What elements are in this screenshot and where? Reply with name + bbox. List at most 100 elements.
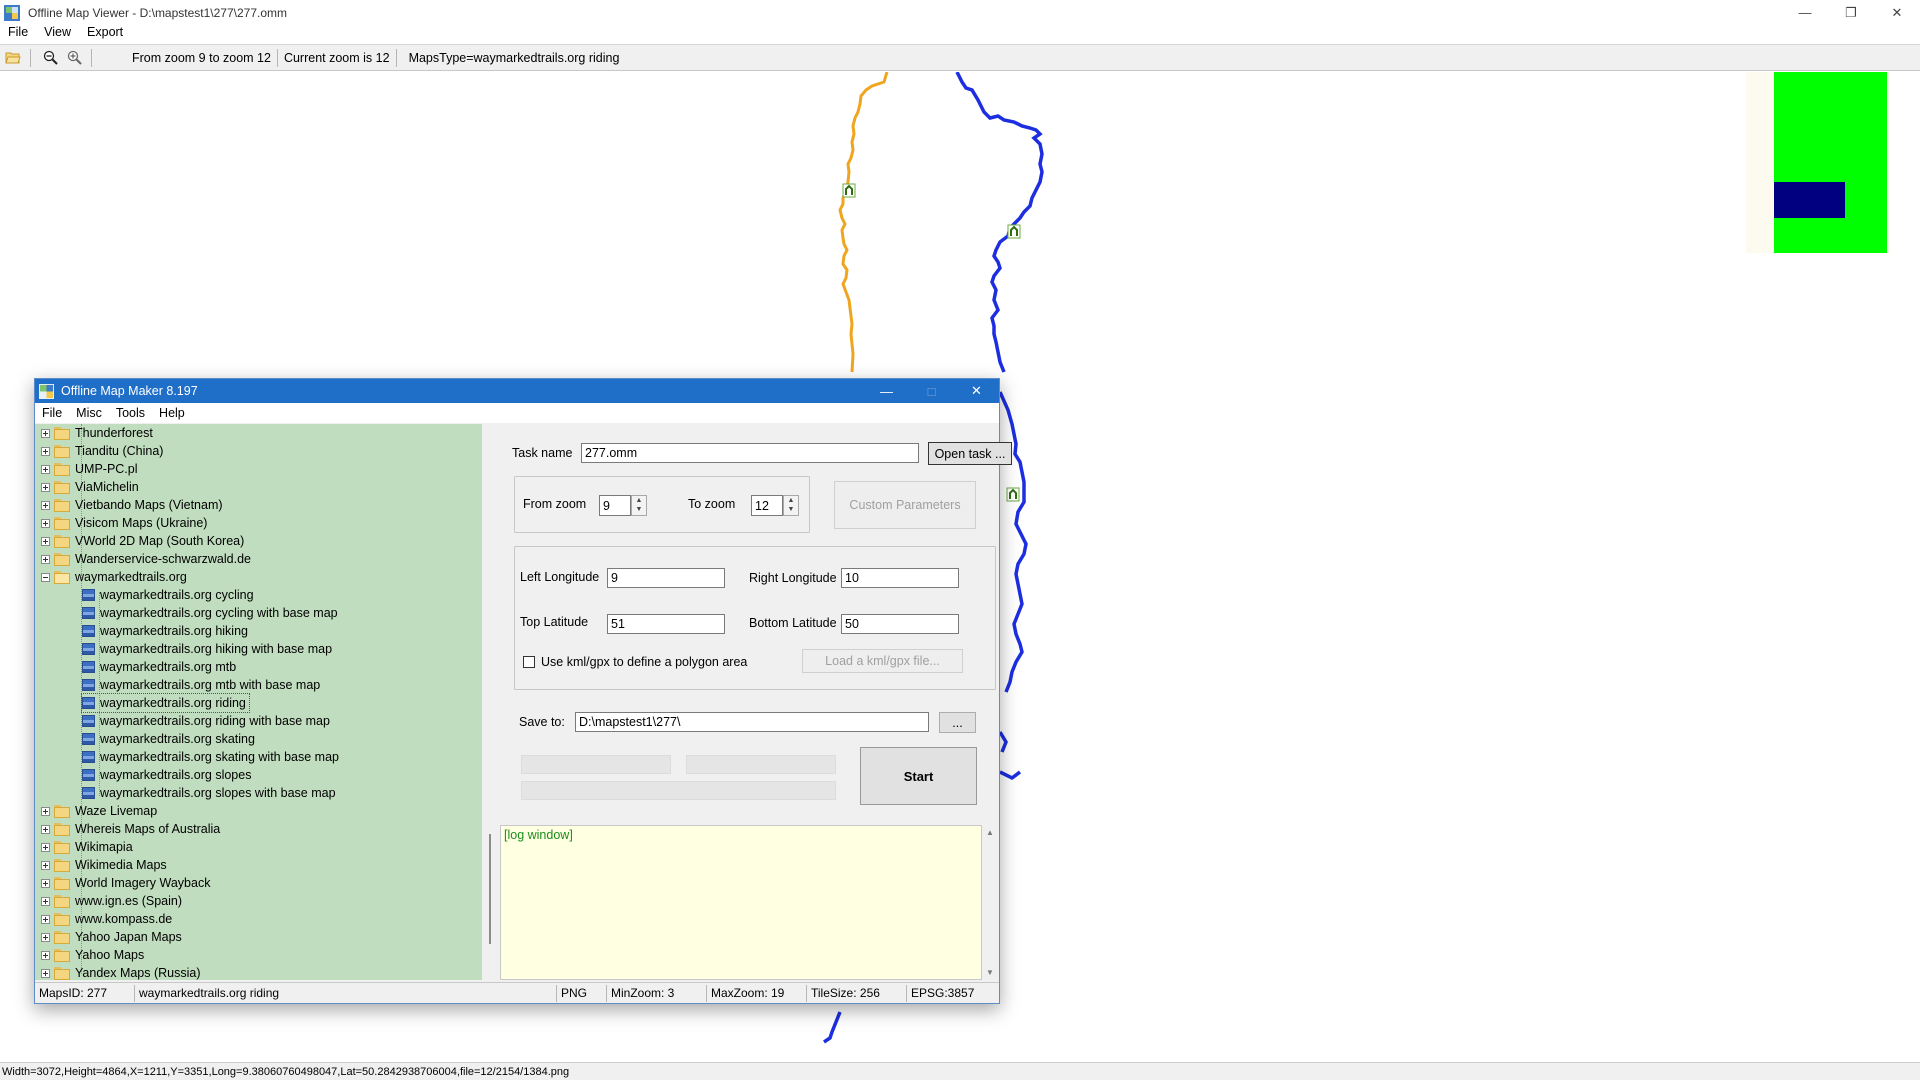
spin-down-icon[interactable]: ▼: [784, 505, 798, 514]
folder-icon: [54, 462, 70, 476]
tree-item-folder[interactable]: Wikimapia: [41, 838, 133, 856]
maker-titlebar[interactable]: Offline Map Maker 8.197 — □ ✕: [35, 379, 999, 403]
tree-item-map[interactable]: waymarkedtrails.org cycling with base ma…: [82, 604, 338, 622]
menu-file[interactable]: File: [0, 25, 36, 39]
menu-export[interactable]: Export: [79, 25, 131, 39]
log-window[interactable]: [log window]: [500, 825, 982, 980]
scroll-down-icon[interactable]: ▼: [986, 968, 994, 977]
expand-icon[interactable]: [41, 554, 50, 564]
expand-icon[interactable]: [41, 446, 50, 456]
maker-menu-tools[interactable]: Tools: [109, 406, 152, 420]
open-folder-button[interactable]: [2, 47, 24, 69]
expand-icon[interactable]: [41, 878, 50, 888]
scroll-up-icon[interactable]: ▲: [986, 828, 994, 837]
bottom-latitude-input[interactable]: [841, 614, 959, 634]
expand-icon[interactable]: [41, 950, 50, 960]
tree-item-map[interactable]: waymarkedtrails.org mtb with base map: [82, 676, 320, 694]
tree-item-folder[interactable]: ViaMichelin: [41, 478, 139, 496]
expand-icon[interactable]: [41, 824, 50, 834]
route-blue: [998, 731, 1008, 753]
maker-menu-help[interactable]: Help: [152, 406, 192, 420]
expand-icon[interactable]: [41, 860, 50, 870]
tree-item-folder[interactable]: Vietbando Maps (Vietnam): [41, 496, 223, 514]
tree-item-folder[interactable]: www.kompass.de: [41, 910, 172, 928]
expand-icon[interactable]: [41, 500, 50, 510]
expand-icon[interactable]: [41, 932, 50, 942]
tree-scrollbar-thumb[interactable]: [489, 834, 491, 944]
expand-icon[interactable]: [41, 518, 50, 528]
maker-menu-file[interactable]: File: [35, 406, 69, 420]
expand-icon[interactable]: [41, 842, 50, 852]
from-zoom-input[interactable]: [599, 495, 631, 516]
left-longitude-input[interactable]: [607, 568, 725, 588]
expand-icon[interactable]: [41, 464, 50, 474]
tree-item-folder[interactable]: Whereis Maps of Australia: [41, 820, 220, 838]
collapse-icon[interactable]: [41, 572, 50, 582]
log-scrollbar[interactable]: ▲ ▼: [982, 825, 999, 980]
tree-item-label: World Imagery Wayback: [75, 876, 211, 890]
tree-item-map[interactable]: waymarkedtrails.org slopes with base map: [82, 784, 336, 802]
tree-item-folder[interactable]: Wikimedia Maps: [41, 856, 167, 874]
expand-icon[interactable]: [41, 482, 50, 492]
expand-icon[interactable]: [41, 428, 50, 438]
top-latitude-input[interactable]: [607, 614, 725, 634]
tree-item-folder-expanded[interactable]: waymarkedtrails.org: [41, 568, 187, 586]
tree-item-folder[interactable]: Wanderservice-schwarzwald.de: [41, 550, 251, 568]
tree-item-folder[interactable]: VWorld 2D Map (South Korea): [41, 532, 244, 550]
expand-icon[interactable]: [41, 806, 50, 816]
spin-up-icon[interactable]: ▲: [784, 496, 798, 505]
spin-up-icon[interactable]: ▲: [632, 496, 646, 505]
tree-item-folder[interactable]: Yandex Maps (Russia): [41, 964, 201, 980]
tree-item-map[interactable]: waymarkedtrails.org hiking: [82, 622, 248, 640]
to-zoom-stepper[interactable]: ▲ ▼: [783, 495, 799, 516]
menu-view[interactable]: View: [36, 25, 79, 39]
expand-icon[interactable]: [41, 968, 50, 978]
tree-item-map[interactable]: waymarkedtrails.org slopes: [82, 766, 251, 784]
tree-item-folder[interactable]: UMP-PC.pl: [41, 460, 138, 478]
tree-item-folder[interactable]: Thunderforest: [41, 424, 153, 442]
shelter-marker-icon[interactable]: [842, 183, 856, 198]
shelter-marker-icon[interactable]: [1006, 487, 1020, 502]
zoom-out-button[interactable]: [39, 47, 61, 69]
tree-scrollbar[interactable]: [482, 424, 499, 980]
open-folder-icon: [5, 52, 21, 63]
tree-item-folder[interactable]: Waze Livemap: [41, 802, 157, 820]
folder-icon: [54, 840, 70, 854]
expand-icon[interactable]: [41, 914, 50, 924]
shelter-marker-icon[interactable]: [1007, 224, 1021, 239]
tree-item-map[interactable]: waymarkedtrails.org cycling: [82, 586, 254, 604]
maker-minimize-icon[interactable]: —: [864, 379, 909, 403]
kml-checkbox[interactable]: [523, 656, 535, 668]
tree-item-folder[interactable]: World Imagery Wayback: [41, 874, 210, 892]
browse-button[interactable]: ...: [939, 712, 976, 733]
tree-item-map[interactable]: waymarkedtrails.org skating with base ma…: [82, 748, 339, 766]
folder-icon: [54, 948, 70, 962]
expand-icon[interactable]: [41, 896, 50, 906]
tree-item-map[interactable]: waymarkedtrails.org riding with base map: [82, 712, 330, 730]
overview-minimap[interactable]: [1746, 72, 1890, 253]
start-button[interactable]: Start: [860, 747, 977, 805]
open-task-button[interactable]: Open task ...: [928, 442, 1012, 465]
tree-item-folder[interactable]: Yahoo Japan Maps: [41, 928, 182, 946]
maker-close-icon[interactable]: ✕: [954, 379, 999, 403]
tree-item-folder[interactable]: Yahoo Maps: [41, 946, 144, 964]
from-zoom-stepper[interactable]: ▲ ▼: [631, 495, 647, 516]
tree-item-folder[interactable]: Tianditu (China): [41, 442, 163, 460]
tree-item-map[interactable]: waymarkedtrails.org mtb: [82, 658, 236, 676]
map-source-tree[interactable]: Thunderforest Tianditu (China) UMP-PC.pl…: [35, 424, 482, 980]
right-longitude-label: Right Longitude: [749, 571, 837, 585]
zoom-in-button[interactable]: [63, 47, 85, 69]
tree-item-map[interactable]: waymarkedtrails.org skating: [82, 730, 255, 748]
maker-menu-misc[interactable]: Misc: [69, 406, 109, 420]
save-path-input[interactable]: [575, 712, 929, 732]
tree-item-map-selected[interactable]: waymarkedtrails.org riding: [81, 693, 250, 713]
tree-item-folder[interactable]: Visicom Maps (Ukraine): [41, 514, 207, 532]
tree-item-map[interactable]: waymarkedtrails.org hiking with base map: [82, 640, 332, 658]
task-name-input[interactable]: [581, 443, 919, 463]
expand-icon[interactable]: [41, 536, 50, 546]
right-longitude-input[interactable]: [841, 568, 959, 588]
tree-item-folder[interactable]: www.ign.es (Spain): [41, 892, 182, 910]
from-zoom-label: From zoom: [523, 497, 587, 511]
spin-down-icon[interactable]: ▼: [632, 505, 646, 514]
to-zoom-input[interactable]: [751, 495, 783, 516]
